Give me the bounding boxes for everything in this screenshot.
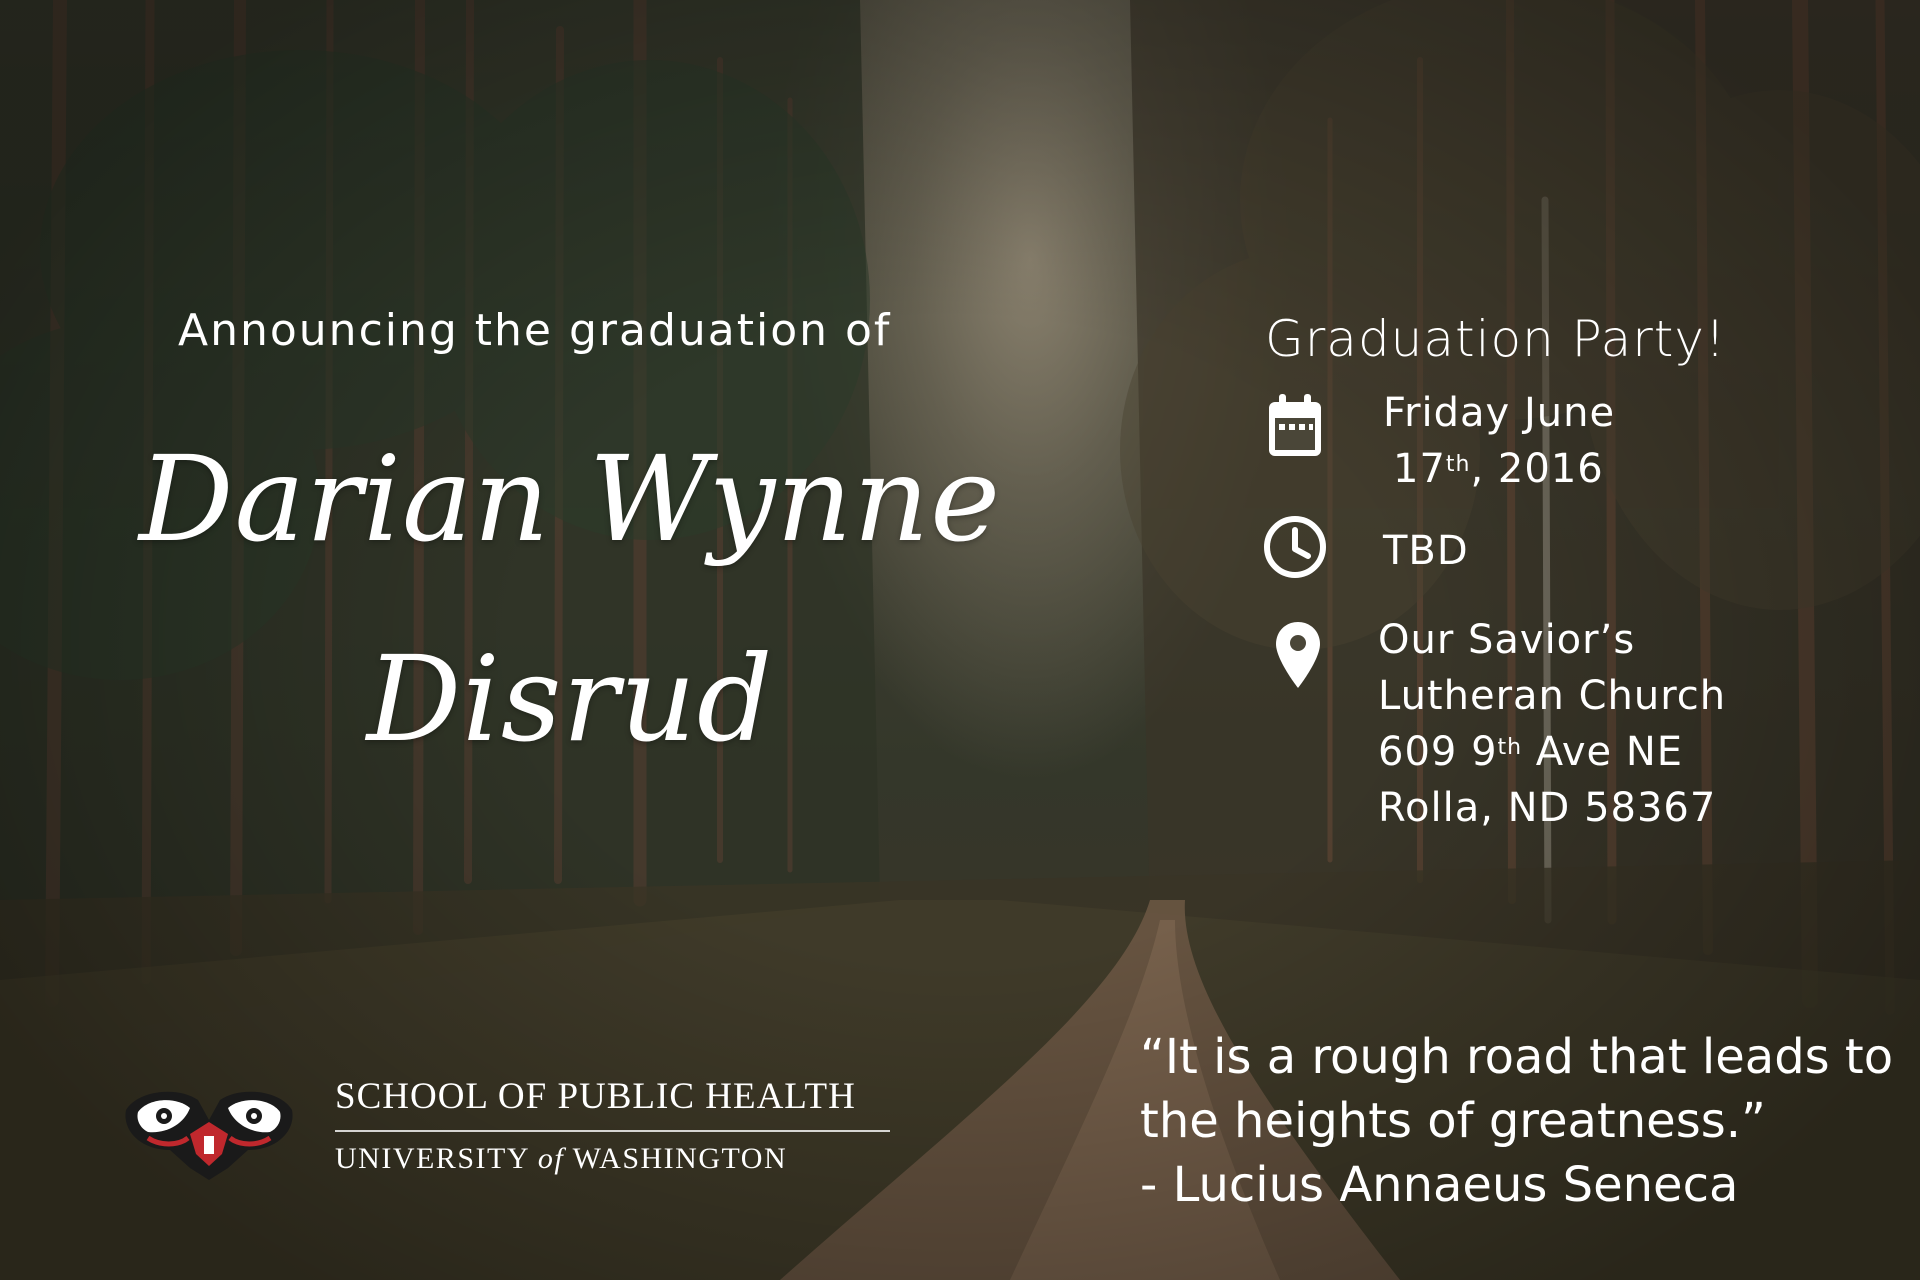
- location-city: Rolla, ND 58367: [1378, 785, 1717, 831]
- quote-author: - Lucius Annaeus Seneca: [1140, 1157, 1739, 1213]
- graduate-name-line1: Darian Wynne: [138, 430, 1002, 568]
- party-title: Graduation Party!: [1265, 310, 1727, 368]
- announcement-text: Announcing the graduation of: [178, 305, 892, 356]
- logo-university-name: UNIVERSITY of WASHINGTON: [335, 1142, 788, 1175]
- quote-line2: the heights of greatness.”: [1140, 1093, 1766, 1149]
- quote-block: “It is a rough road that leads to the he…: [1140, 1025, 1893, 1217]
- party-location: Our Savior’s Lutheran Church 609 9th Ave…: [1378, 612, 1726, 836]
- quote-line1: “It is a rough road that leads to: [1140, 1029, 1894, 1085]
- location-line1: Our Savior’s: [1378, 617, 1636, 663]
- location-address: 609 9th Ave NE: [1378, 729, 1684, 775]
- party-date: Friday June 17th, 2016: [1383, 385, 1615, 497]
- logo-divider: [335, 1130, 890, 1132]
- party-time: TBD: [1383, 528, 1469, 574]
- map-pin-icon: [1276, 622, 1320, 688]
- location-line2: Lutheran Church: [1378, 673, 1727, 719]
- invitation-card: Announcing the graduation of Darian Wynn…: [0, 0, 1920, 1280]
- logo-school-name: SCHOOL OF PUBLIC HEALTH: [335, 1076, 856, 1117]
- graduate-name-line2: Disrud: [366, 630, 774, 768]
- clock-icon: [1264, 516, 1326, 578]
- party-date-line2: 17th, 2016: [1393, 446, 1604, 492]
- uw-sph-logo-icon: [125, 1091, 293, 1180]
- party-date-line1: Friday June: [1383, 390, 1616, 436]
- calendar-icon: [1269, 394, 1321, 456]
